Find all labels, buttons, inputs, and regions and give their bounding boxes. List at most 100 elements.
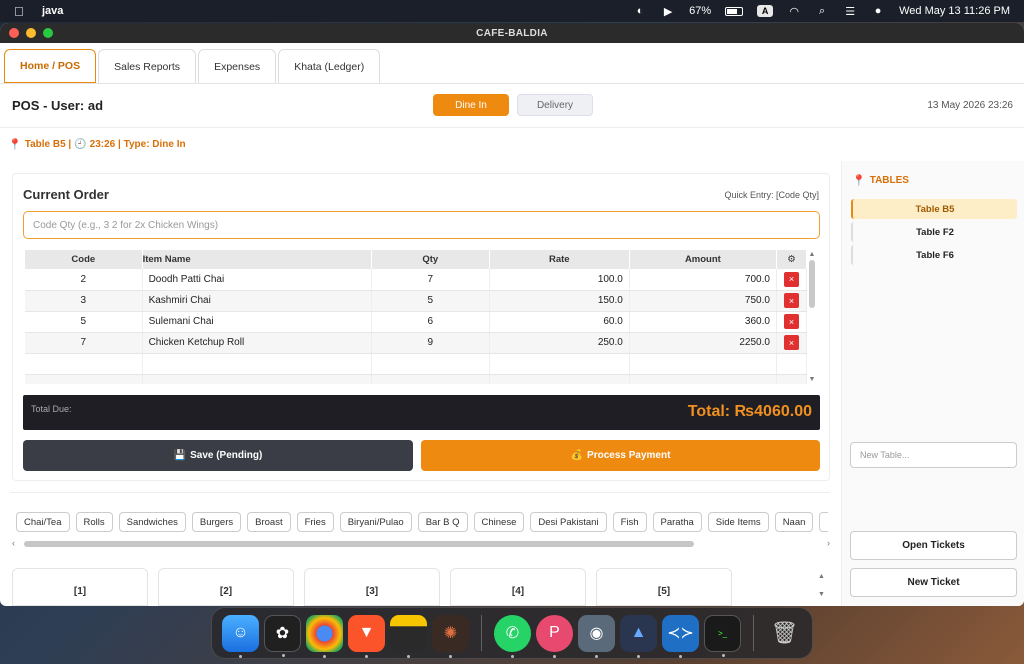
cell-rate[interactable]: 250.0 bbox=[489, 332, 630, 354]
siri-icon[interactable]: ● bbox=[871, 4, 885, 18]
cell-rate[interactable]: 100.0 bbox=[489, 269, 630, 291]
save-pending-button[interactable]: 💾 Save (Pending) bbox=[23, 440, 413, 471]
table-item-f2[interactable]: Table F2 bbox=[851, 222, 1017, 242]
cell-rate[interactable]: 60.0 bbox=[489, 311, 630, 333]
spotlight-icon[interactable]: ⌕ bbox=[815, 4, 829, 18]
whatsapp-icon[interactable]: ✆ bbox=[494, 614, 531, 658]
table-row[interactable]: 5 Sulemani Chai 6 60.0 360.0 × bbox=[25, 311, 808, 333]
menu-item-card[interactable]: [5] bbox=[596, 568, 732, 606]
col-header-qty[interactable]: Qty bbox=[371, 250, 490, 269]
cell-qty[interactable]: 6 bbox=[371, 311, 490, 333]
cell-item-name[interactable]: Chicken Ketchup Roll bbox=[142, 332, 372, 354]
close-window-button[interactable] bbox=[9, 28, 19, 38]
cell-code[interactable]: 7 bbox=[25, 332, 143, 354]
cell-amount[interactable]: 2250.0 bbox=[629, 332, 777, 354]
zoom-window-button[interactable] bbox=[43, 28, 53, 38]
play-icon[interactable]: ▶ bbox=[661, 4, 675, 18]
pdf-icon[interactable]: P bbox=[536, 614, 573, 658]
vscode-icon[interactable]: ≺≻ bbox=[662, 614, 699, 658]
menu-item-card[interactable]: [4] bbox=[450, 568, 586, 606]
tab-home-pos[interactable]: Home / POS bbox=[4, 49, 97, 83]
category-broast[interactable]: Broast bbox=[247, 512, 291, 532]
scrollbar-thumb[interactable] bbox=[809, 260, 815, 308]
cell-code[interactable]: 2 bbox=[25, 269, 143, 291]
scroll-down-icon[interactable]: ▼ bbox=[818, 586, 825, 604]
cell-amount[interactable]: 360.0 bbox=[629, 311, 777, 333]
cell-qty[interactable]: 9 bbox=[371, 332, 490, 354]
category-bar-b-q[interactable]: Bar B Q bbox=[417, 512, 468, 532]
table-row[interactable]: 7 Chicken Ketchup Roll 9 250.0 2250.0 × bbox=[25, 332, 808, 354]
control-center-icon[interactable]: ☰ bbox=[843, 4, 857, 18]
category-burgers[interactable]: Burgers bbox=[191, 512, 242, 532]
wifi-icon[interactable]: ◠ bbox=[787, 4, 801, 18]
cell-qty[interactable]: 5 bbox=[371, 290, 490, 312]
cell-rate[interactable]: 150.0 bbox=[489, 290, 630, 312]
cell-amount[interactable]: 750.0 bbox=[629, 290, 777, 312]
apple-menu-icon[interactable]:  bbox=[14, 4, 30, 19]
category-scrollbar[interactable]: ‹ › bbox=[12, 538, 830, 550]
col-header-amount[interactable]: Amount bbox=[629, 250, 777, 269]
scroll-up-icon[interactable]: ▲ bbox=[818, 568, 825, 586]
col-header-item-name[interactable]: Item Name bbox=[142, 250, 372, 269]
menubar-clock[interactable]: Wed May 13 11:26 PM bbox=[899, 5, 1010, 17]
battery-icon[interactable] bbox=[725, 6, 744, 16]
category-side-items[interactable]: Side Items bbox=[707, 512, 769, 532]
items-scroll-arrows[interactable]: ▲ ▼ bbox=[818, 568, 825, 604]
trash-icon[interactable]: 🗑 bbox=[766, 615, 803, 652]
table-item-b5[interactable]: Table B5 bbox=[851, 199, 1017, 219]
minimize-window-button[interactable] bbox=[26, 28, 36, 38]
category-chinese[interactable]: Chinese bbox=[473, 512, 525, 532]
empty-row[interactable] bbox=[25, 374, 808, 384]
category-paratha[interactable]: Paratha bbox=[652, 512, 702, 532]
cell-item-name[interactable]: Sulemani Chai bbox=[142, 311, 372, 333]
category-biryani-pulao[interactable]: Biryani/Pulao bbox=[339, 512, 412, 532]
menu-item-card[interactable]: [2] bbox=[158, 568, 294, 606]
cell-qty[interactable]: 7 bbox=[371, 269, 490, 291]
dine-in-button[interactable]: Dine In bbox=[433, 94, 509, 116]
category-fish[interactable]: Fish bbox=[612, 512, 647, 532]
cell-code[interactable]: 3 bbox=[25, 290, 143, 312]
new-table-input[interactable] bbox=[850, 442, 1017, 468]
menu-item-card[interactable]: [1] bbox=[12, 568, 148, 606]
process-payment-button[interactable]: 💰 Process Payment bbox=[421, 440, 820, 471]
category-chai-tea[interactable]: Chai/Tea bbox=[16, 512, 70, 532]
code-qty-input[interactable] bbox=[23, 211, 820, 239]
arc-icon[interactable]: ▲ bbox=[620, 614, 657, 658]
tab-expenses[interactable]: Expenses bbox=[198, 49, 277, 83]
cell-item-name[interactable]: Doodh Patti Chai bbox=[142, 269, 372, 291]
focus-icon[interactable]: ◐ bbox=[633, 4, 647, 18]
tab-sales-reports[interactable]: Sales Reports bbox=[98, 49, 197, 83]
category-rolls[interactable]: Rolls bbox=[75, 512, 113, 532]
table-row[interactable]: 2 Doodh Patti Chai 7 100.0 700.0 × bbox=[25, 269, 808, 291]
scroll-down-icon[interactable]: ▼ bbox=[807, 375, 817, 384]
claude-icon[interactable]: ✺ bbox=[432, 614, 469, 658]
category-desi-pakistani[interactable]: Desi Pakistani bbox=[530, 512, 607, 532]
tab-khata-ledger[interactable]: Khata (Ledger) bbox=[278, 49, 381, 83]
terminal-icon[interactable]: >_ bbox=[704, 614, 741, 657]
open-tickets-button[interactable]: Open Tickets bbox=[850, 531, 1017, 560]
col-header-code[interactable]: Code bbox=[25, 250, 143, 269]
notes-icon[interactable] bbox=[390, 614, 427, 658]
brave-icon[interactable]: ▼ bbox=[348, 614, 385, 658]
finder-icon[interactable]: ☺ bbox=[222, 614, 259, 658]
category-sandwiches[interactable]: Sandwiches bbox=[118, 512, 186, 532]
delivery-button[interactable]: Delivery bbox=[517, 94, 593, 116]
order-table-scrollbar[interactable]: ▲ ▼ bbox=[807, 250, 817, 384]
delete-row-button[interactable]: × bbox=[783, 271, 799, 287]
empty-row[interactable] bbox=[25, 353, 808, 375]
delete-row-button[interactable]: × bbox=[783, 314, 799, 329]
delete-row-button[interactable]: × bbox=[783, 335, 799, 350]
cell-code[interactable]: 5 bbox=[25, 311, 143, 333]
chrome-icon[interactable] bbox=[306, 614, 343, 658]
chatgpt-icon[interactable]: ✿ bbox=[264, 614, 301, 657]
table-row[interactable]: 3 Kashmiri Chai 5 150.0 750.0 × bbox=[25, 290, 808, 312]
input-source-icon[interactable]: A bbox=[757, 5, 774, 17]
category-scrollbar-thumb[interactable] bbox=[24, 541, 694, 547]
menu-item-card[interactable]: [3] bbox=[304, 568, 440, 606]
col-header-settings-icon[interactable]: ⚙ bbox=[776, 250, 808, 269]
category-drinks[interactable]: Drinks bbox=[819, 512, 828, 532]
cell-item-name[interactable]: Kashmiri Chai bbox=[142, 290, 372, 312]
scroll-up-icon[interactable]: ▲ bbox=[807, 250, 817, 259]
col-header-rate[interactable]: Rate bbox=[489, 250, 630, 269]
table-item-f6[interactable]: Table F6 bbox=[851, 245, 1017, 265]
